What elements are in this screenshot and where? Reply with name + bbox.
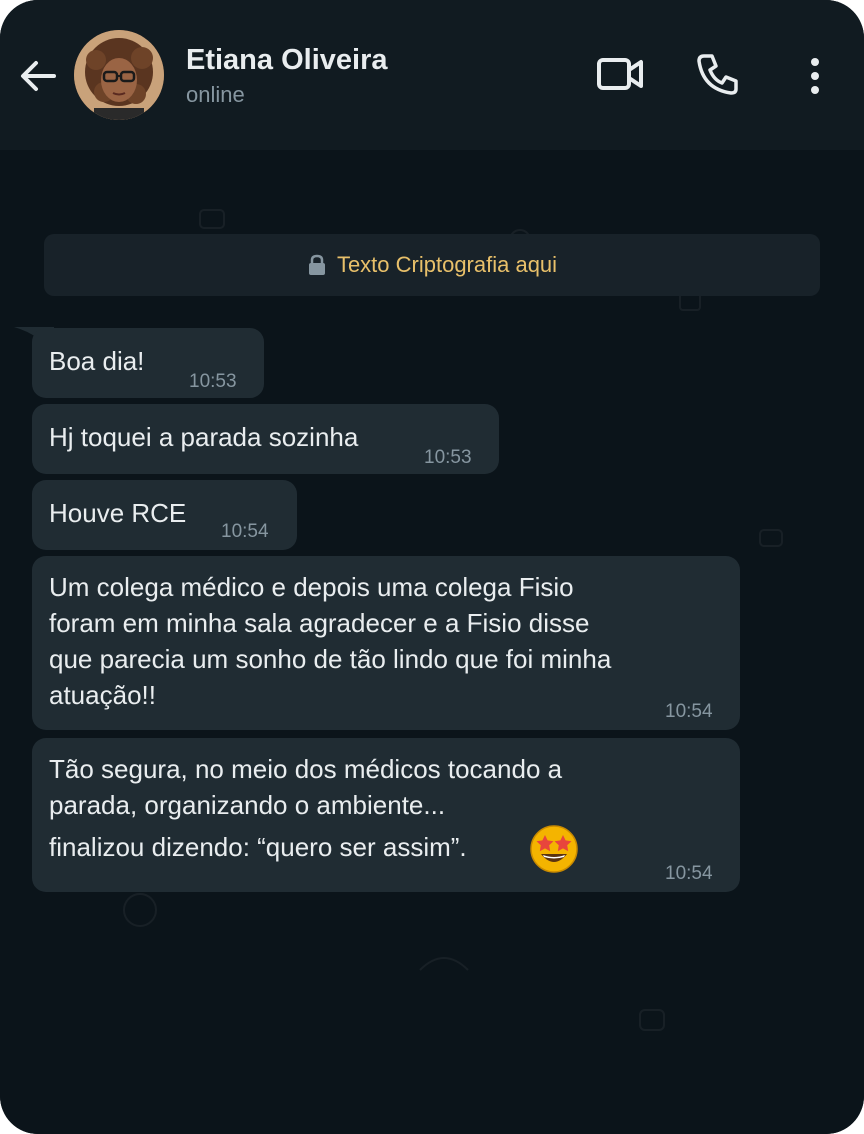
- phone-icon[interactable]: [694, 50, 742, 98]
- lock-icon: [308, 254, 325, 275]
- avatar-image: [74, 30, 164, 120]
- message-text: finalizou dizendo: “quero ser assim”.: [49, 832, 467, 862]
- message-time: 10:54: [665, 863, 713, 884]
- encryption-notice[interactable]: Texto Criptografia aqui: [44, 234, 820, 296]
- encryption-notice-text: Texto Criptografia aqui: [336, 252, 558, 277]
- message-bubble[interactable]: Boa dia! 10:53: [32, 328, 264, 398]
- message-text: Tão segura, no meio dos médicos tocando …: [49, 754, 563, 784]
- more-vertical-icon[interactable]: [800, 52, 830, 100]
- message-bubble[interactable]: Um colega médico e depois uma colega Fis…: [32, 556, 740, 730]
- message-time: 10:54: [221, 521, 269, 542]
- chat-header: Etiana Oliveira online: [0, 0, 864, 150]
- message-text: foram em minha sala agradecer e a Fisio …: [49, 608, 590, 638]
- message-time: 10:53: [424, 447, 472, 468]
- contact-name[interactable]: Etiana Oliveira: [186, 44, 388, 77]
- back-arrow-icon[interactable]: [16, 54, 60, 98]
- message-text: parada, organizando o ambiente...: [49, 790, 446, 820]
- contact-status: online: [186, 82, 245, 107]
- avatar[interactable]: [74, 30, 164, 120]
- message-text: Boa dia!: [49, 346, 145, 376]
- message-time: 10:54: [665, 701, 713, 722]
- message-bubble[interactable]: Houve RCE 10:54: [32, 480, 297, 550]
- message-text: Um colega médico e depois uma colega Fis…: [49, 572, 574, 602]
- chat-screen: Etiana Oliveira online Texto Criptografi…: [0, 0, 864, 1134]
- message-bubble[interactable]: Hj toquei a parada sozinha 10:53: [32, 404, 499, 474]
- message-text: Hj toquei a parada sozinha: [49, 422, 359, 452]
- message-bubble[interactable]: Tão segura, no meio dos médicos tocando …: [32, 738, 740, 892]
- video-call-icon[interactable]: [594, 52, 646, 96]
- message-text: Houve RCE: [49, 498, 187, 528]
- message-time: 10:53: [189, 371, 237, 392]
- star-struck-emoji-icon: [530, 825, 578, 873]
- message-text: atuação!!: [49, 680, 156, 710]
- message-text: que parecia um sonho de tão lindo que fo…: [49, 644, 612, 674]
